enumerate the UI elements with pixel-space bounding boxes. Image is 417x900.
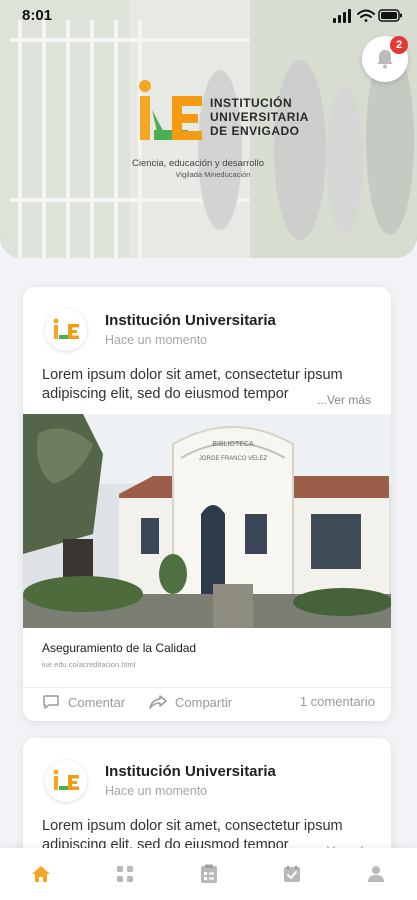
post-image[interactable]: BIBLIOTECA JORGE FRANCO VELEZ [23,414,391,628]
battery-icon [378,9,402,22]
nav-profile[interactable] [364,862,388,886]
post-author[interactable]: Institución Universitaria [105,312,276,329]
comment-button[interactable]: Comentar [42,694,125,710]
logo-tagline: Ciencia, educación y desarrollo [132,158,265,169]
calendar-check-icon [284,865,300,882]
profile-icon [368,866,384,882]
post-header: Institución Universitaria Hace un moment… [23,738,391,808]
iue-logo-icon [53,769,79,790]
nav-calendar[interactable] [280,862,304,886]
status-bar: 8:01 [0,0,417,32]
post-card: Institución Universitaria Hace un moment… [23,287,391,721]
post-time: Hace un momento [105,333,208,347]
home-icon [32,866,50,882]
link-preview-url[interactable]: iue.edu.co/acreditacion.html [42,660,135,669]
author-avatar[interactable] [45,760,87,802]
bottom-navigation [0,848,417,900]
iue-logo-icon [53,318,79,339]
nav-home[interactable] [29,862,53,886]
clipboard-icon [201,864,217,883]
bell-icon [377,50,393,69]
signal-icon [333,9,351,23]
status-time: 8:01 [22,7,53,24]
comment-count[interactable]: 1 comentario [300,694,375,709]
building-sign-title: BIBLIOTECA [212,441,254,448]
see-more-link[interactable]: ...Ver más [312,393,371,407]
status-icons [333,9,402,23]
author-avatar[interactable] [45,309,87,351]
building-sign-subtitle: JORGE FRANCO VELEZ [199,456,268,462]
logo-line-2: UNIVERSITARIA [210,110,309,124]
wifi-icon [357,9,375,22]
share-label: Compartir [175,694,233,710]
logo-subline: Vigilada Mineducación [175,170,251,179]
link-preview-title[interactable]: Aseguramiento de la Calidad [42,641,196,655]
share-icon [149,695,167,709]
post-header: Institución Universitaria Hace un moment… [23,287,391,357]
nav-apps[interactable] [113,862,137,886]
share-button[interactable]: Compartir [149,694,232,710]
logo-wordmark: INSTITUCIÓN UNIVERSITARIA DE ENVIGADO [210,96,309,138]
comment-label: Comentar [68,694,126,710]
logo-line-1: INSTITUCIÓN [210,96,293,110]
post-actions: Comentar Compartir 1 comentario [23,687,391,717]
post-author[interactable]: Institución Universitaria [105,763,276,780]
nav-tasks[interactable] [197,862,221,886]
institution-logo: INSTITUCIÓN UNIVERSITARIA DE ENVIGADO Ci… [132,78,308,180]
logo-line-3: DE ENVIGADO [210,124,300,138]
grid-icon [117,866,133,882]
hero-banner: INSTITUCIÓN UNIVERSITARIA DE ENVIGADO Ci… [0,0,417,258]
post-time: Hace un momento [105,784,208,798]
logo-mark-icon [139,80,202,140]
notifications-badge: 2 [390,36,408,54]
comment-icon [43,695,59,709]
